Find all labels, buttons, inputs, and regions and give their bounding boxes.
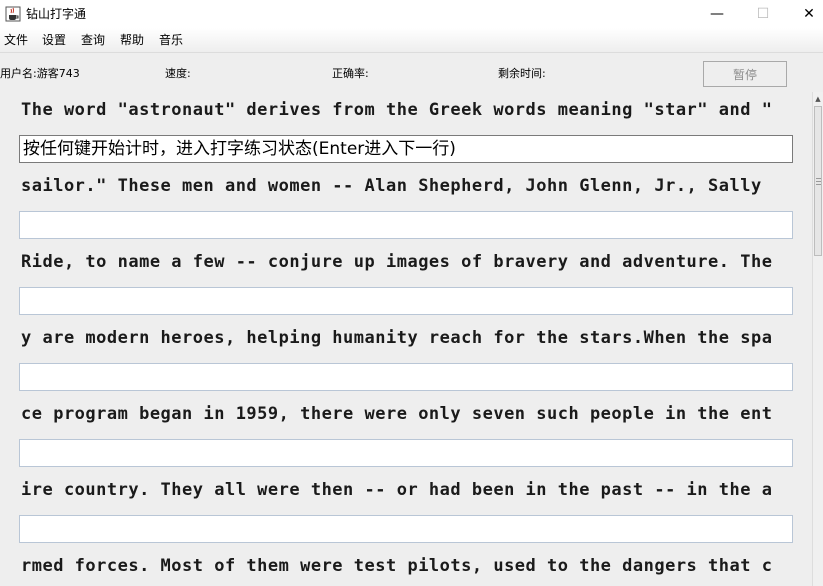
menu-file[interactable]: 文件: [4, 32, 28, 48]
menu-query[interactable]: 查询: [81, 32, 105, 48]
practice-line: rmed forces. Most of them were test pilo…: [21, 556, 773, 576]
typing-input[interactable]: [19, 287, 793, 315]
menu-bar: 文件 设置 查询 帮助 音乐: [0, 28, 823, 53]
practice-line: The word "astronaut" derives from the Gr…: [21, 100, 773, 120]
menu-settings[interactable]: 设置: [42, 32, 66, 48]
menu-music[interactable]: 音乐: [159, 32, 183, 48]
accuracy-label: 正确率:: [332, 67, 369, 80]
typing-input[interactable]: 按任何键开始计时，进入打字练习状态(Enter进入下一行): [19, 135, 793, 163]
window-title: 钻山打字通: [26, 7, 87, 21]
scroll-up-icon[interactable]: ▲: [813, 92, 823, 106]
java-cup-icon: [5, 6, 21, 22]
typing-input[interactable]: [19, 439, 793, 467]
practice-line: ce program began in 1959, there were onl…: [21, 404, 773, 424]
pause-button[interactable]: 暂停: [703, 61, 787, 87]
title-bar: 钻山打字通 — ☐ ✕: [0, 0, 823, 28]
practice-line: ire country. They all were then -- or ha…: [21, 480, 773, 500]
typing-input[interactable]: [19, 363, 793, 391]
speed-label: 速度:: [165, 67, 191, 80]
typing-input[interactable]: [19, 515, 793, 543]
close-button[interactable]: ✕: [786, 0, 823, 28]
remaining-time-label: 剩余时间:: [498, 67, 546, 80]
typing-input[interactable]: [19, 211, 793, 239]
vertical-scrollbar[interactable]: ▲: [812, 92, 823, 586]
menu-help[interactable]: 帮助: [120, 32, 144, 48]
grip-line: [816, 181, 821, 182]
maximize-button[interactable]: ☐: [740, 0, 786, 28]
grip-line: [816, 178, 821, 179]
practice-line: Ride, to name a few -- conjure up images…: [21, 252, 773, 272]
status-bar: 用户名:游客743 速度: 正确率: 剩余时间: 暂停: [0, 53, 823, 92]
grip-line: [816, 184, 821, 185]
typing-area: The word "astronaut" derives from the Gr…: [0, 92, 812, 586]
scroll-thumb[interactable]: [814, 106, 822, 256]
user-label: 用户名:游客743: [0, 67, 80, 80]
minimize-button[interactable]: —: [694, 0, 740, 28]
practice-line: sailor." These men and women -- Alan She…: [21, 176, 762, 196]
practice-line: y are modern heroes, helping humanity re…: [21, 328, 773, 348]
